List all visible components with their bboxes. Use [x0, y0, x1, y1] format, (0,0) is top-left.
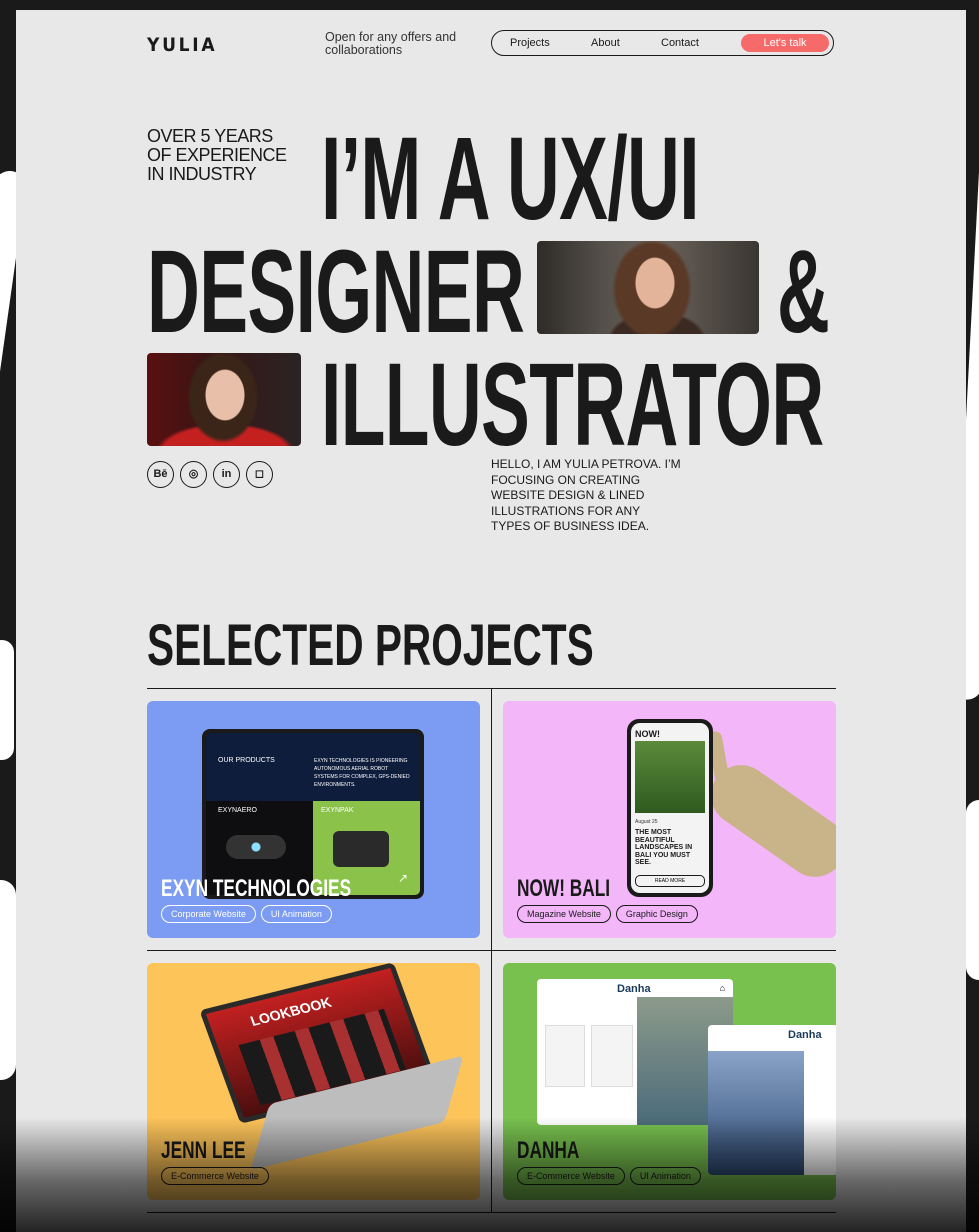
project-tags: Magazine Website Graphic Design — [517, 905, 698, 923]
project-tags: E-Commerce Website — [161, 1167, 269, 1185]
landscape-image — [635, 741, 705, 813]
tag: E-Commerce Website — [161, 1167, 269, 1185]
divider-vertical — [491, 688, 492, 950]
portrait-photo-smiling — [537, 241, 759, 334]
decor-shape-left-3 — [0, 880, 16, 1080]
behance-icon[interactable]: Bē — [147, 461, 174, 488]
section-title-projects: SELECTED PROJECTS — [147, 613, 594, 678]
mock-products-label: OUR PRODUCTS — [218, 757, 275, 764]
mock-date: August 25 — [635, 819, 658, 825]
mock-description: EXYN TECHNOLOGIES IS PIONEERING AUTONOMO… — [314, 758, 410, 788]
tagline: Open for any offers and collaborations — [325, 30, 457, 57]
divider-vertical — [491, 950, 492, 1212]
tag: E-Commerce Website — [517, 1167, 625, 1185]
nav-projects[interactable]: Projects — [510, 37, 550, 49]
website-mockup-1: Danha ⌂ — [537, 979, 733, 1125]
dribbble-icon[interactable]: ◎ — [180, 461, 207, 488]
hero-line-3: ILLUSTRATOR — [321, 339, 824, 471]
mock-product-2: EXYNPAK — [321, 807, 354, 814]
project-title: EXYN TECHNOLOGIES — [161, 875, 352, 902]
project-card-jenn-lee[interactable]: LOOKBOOK JENN LEE E-Commerce Website — [147, 963, 480, 1200]
page: YULIA Open for any offers and collaborat… — [16, 10, 966, 1232]
hero-ampersand: & — [777, 226, 830, 358]
model-photo-2 — [708, 1051, 804, 1175]
tag: UI Animation — [629, 1167, 701, 1185]
project-card-now-bali[interactable]: NOW! August 25 THE MOST BEAUTIFUL LANDSC… — [503, 701, 836, 938]
linkedin-icon[interactable]: in — [213, 461, 240, 488]
mock-headline: THE MOST BEAUTIFUL LANDSCAPES IN BALI YO… — [635, 829, 693, 866]
project-title: NOW! BALI — [517, 875, 611, 902]
mock-brand-2: Danha — [788, 1029, 822, 1041]
website-mockup-2: Danha — [708, 1025, 836, 1175]
nav-about[interactable]: About — [591, 37, 620, 49]
cart-icon: ⌂ — [719, 983, 725, 993]
hero-line-2: DESIGNER — [147, 226, 525, 358]
phone-mockup: NOW! August 25 THE MOST BEAUTIFUL LANDSC… — [627, 719, 713, 897]
nav-bar: Projects About Contact Let's talk — [491, 30, 834, 56]
tablet-mockup: OUR PRODUCTS EXYN TECHNOLOGIES IS PIONEE… — [202, 729, 424, 899]
experience-text: OVER 5 YEARS OF EXPERIENCE IN INDUSTRY — [147, 126, 287, 184]
mock-brand: Danha — [617, 983, 651, 995]
device-image — [333, 831, 389, 867]
bio-text: HELLO, I AM YULIA PETROVA. I’M FOCUSING … — [491, 457, 681, 533]
portrait-photo-red — [147, 353, 301, 446]
divider — [147, 1212, 836, 1213]
project-card-danha[interactable]: Danha ⌂ Danha DANHA E-Commerce Website U… — [503, 963, 836, 1200]
read-more-button: READ MORE — [635, 875, 705, 887]
project-title: DANHA — [517, 1137, 580, 1164]
lets-talk-button[interactable]: Let's talk — [741, 34, 829, 52]
decor-shape-left-2 — [0, 640, 14, 760]
mock-logo: NOW! — [635, 729, 660, 739]
project-tags: Corporate Website UI Animation — [161, 905, 332, 923]
logo[interactable]: YULIA — [147, 34, 217, 56]
shoe-product-image — [591, 1025, 633, 1087]
hero-line-1: I’M A UX/UI — [321, 113, 700, 245]
tag: Graphic Design — [615, 905, 698, 923]
dress-product-image — [545, 1025, 585, 1087]
project-card-exyn[interactable]: OUR PRODUCTS EXYN TECHNOLOGIES IS PIONEE… — [147, 701, 480, 938]
tag: Magazine Website — [517, 905, 611, 923]
instagram-icon[interactable]: ◻ — [246, 461, 273, 488]
mock-product-1: EXYNAERO — [218, 807, 257, 814]
project-title: JENN LEE — [161, 1137, 246, 1164]
decor-shape-right-2 — [966, 800, 979, 980]
arrow-icon: ↗ — [397, 871, 408, 885]
tag: Corporate Website — [161, 905, 256, 923]
tag: UI Animation — [260, 905, 332, 923]
project-tags: E-Commerce Website UI Animation — [517, 1167, 701, 1185]
nav-contact[interactable]: Contact — [661, 37, 699, 49]
drone-image — [226, 835, 286, 859]
